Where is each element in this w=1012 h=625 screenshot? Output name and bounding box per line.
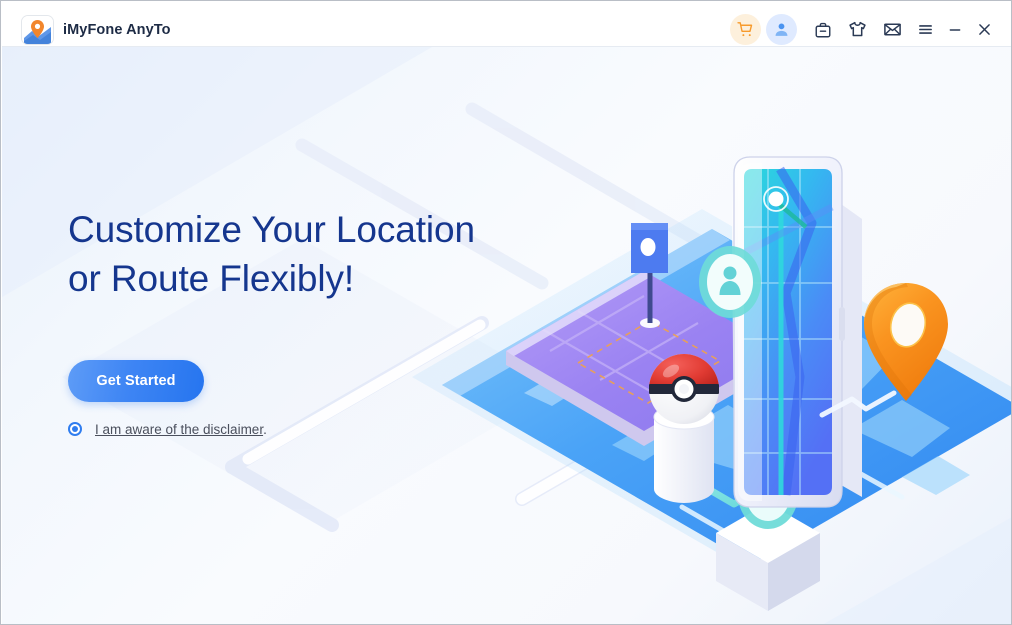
app-logo-icon bbox=[21, 15, 54, 45]
vertical-phone-with-map bbox=[732, 156, 862, 508]
disclaimer-period: . bbox=[263, 421, 267, 437]
cart-icon[interactable] bbox=[730, 14, 761, 45]
disclaimer-link[interactable]: I am aware of the disclaimer. bbox=[95, 422, 267, 437]
briefcase-icon[interactable] bbox=[807, 14, 838, 45]
tshirt-icon[interactable] bbox=[842, 14, 873, 45]
illustration-isometric-location-scene bbox=[412, 156, 1011, 611]
app-window: iMyFone AnyTo Customize Your Location or… bbox=[0, 0, 1012, 625]
disclaimer-radio-button[interactable] bbox=[68, 422, 82, 436]
hamburger-menu-icon[interactable] bbox=[910, 14, 941, 45]
envelope-icon[interactable] bbox=[877, 14, 908, 45]
minimize-icon[interactable] bbox=[939, 14, 970, 45]
disclaimer-row[interactable]: I am aware of the disclaimer. bbox=[68, 419, 267, 439]
title-bar: iMyFone AnyTo bbox=[2, 2, 1011, 47]
main-content: Customize Your Location or Route Flexibl… bbox=[2, 47, 1011, 624]
close-icon[interactable] bbox=[969, 14, 1000, 45]
avatar-marker-top bbox=[699, 246, 761, 318]
account-icon[interactable] bbox=[766, 14, 797, 45]
pokeball-on-pedestal bbox=[649, 354, 719, 503]
app-title: iMyFone AnyTo bbox=[63, 22, 171, 38]
get-started-button[interactable]: Get Started bbox=[68, 360, 204, 402]
disclaimer-link-text[interactable]: I am aware of the disclaimer bbox=[95, 422, 263, 437]
